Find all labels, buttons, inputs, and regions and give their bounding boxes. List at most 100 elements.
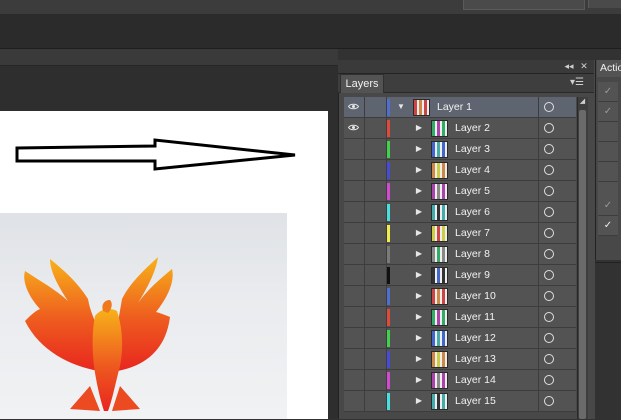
target-circle-icon[interactable] xyxy=(544,207,554,217)
layer-name[interactable]: Layer 4 xyxy=(455,164,490,176)
visibility-toggle[interactable] xyxy=(344,328,365,349)
lock-toggle[interactable] xyxy=(364,223,387,244)
layer-name[interactable]: Layer 1 xyxy=(437,101,472,113)
layer-row[interactable]: ▼ Layer 1 xyxy=(344,97,576,118)
layer-row[interactable]: ▶ Layer 3 xyxy=(344,139,576,160)
layer-row[interactable]: ▶ Layer 6 xyxy=(344,202,576,223)
chevron-right-icon[interactable]: ▶ xyxy=(414,123,424,133)
action-toggle[interactable]: ✓ xyxy=(598,82,618,102)
action-toggle[interactable] xyxy=(598,162,618,182)
chevron-right-icon[interactable]: ▶ xyxy=(414,396,424,406)
lock-toggle[interactable] xyxy=(364,139,387,160)
layer-row[interactable]: ▶ Layer 8 xyxy=(344,244,576,265)
visibility-toggle[interactable] xyxy=(344,97,365,118)
visibility-toggle[interactable] xyxy=(344,349,365,370)
chevron-right-icon[interactable]: ▶ xyxy=(414,354,424,364)
lock-toggle[interactable] xyxy=(364,370,387,391)
layer-name[interactable]: Layer 14 xyxy=(455,374,496,386)
layer-name[interactable]: Layer 12 xyxy=(455,332,496,344)
chevron-right-icon[interactable]: ▶ xyxy=(414,228,424,238)
chevron-right-icon[interactable]: ▶ xyxy=(414,186,424,196)
artwork[interactable] xyxy=(0,111,328,419)
chevron-right-icon[interactable]: ▶ xyxy=(414,165,424,175)
lock-toggle[interactable] xyxy=(364,307,387,328)
layer-name[interactable]: Layer 7 xyxy=(455,227,490,239)
layer-name[interactable]: Layer 10 xyxy=(455,290,496,302)
scroll-up-arrow[interactable]: ◢ xyxy=(578,97,587,107)
layer-row[interactable]: ▶ Layer 13 xyxy=(344,349,576,370)
visibility-toggle[interactable] xyxy=(344,118,365,139)
layer-name[interactable]: Layer 8 xyxy=(455,248,490,260)
target-circle-icon[interactable] xyxy=(544,186,554,196)
chevron-right-icon[interactable]: ▶ xyxy=(414,207,424,217)
visibility-toggle[interactable] xyxy=(344,244,365,265)
lock-toggle[interactable] xyxy=(364,202,387,223)
chevron-right-icon[interactable]: ▶ xyxy=(414,333,424,343)
action-toggle[interactable] xyxy=(598,142,618,162)
layer-row[interactable]: ▶ Layer 9 xyxy=(344,265,576,286)
lock-toggle[interactable] xyxy=(364,97,387,118)
action-toggle[interactable] xyxy=(598,122,618,142)
lock-toggle[interactable] xyxy=(364,328,387,349)
visibility-toggle[interactable] xyxy=(344,391,365,412)
target-circle-icon[interactable] xyxy=(544,375,554,385)
visibility-toggle[interactable] xyxy=(344,307,365,328)
target-circle-icon[interactable] xyxy=(544,270,554,280)
visibility-toggle[interactable] xyxy=(344,286,365,307)
layer-name[interactable]: Layer 11 xyxy=(455,311,495,323)
chevron-right-icon[interactable]: ▶ xyxy=(414,144,424,154)
target-circle-icon[interactable] xyxy=(544,354,554,364)
visibility-toggle[interactable] xyxy=(344,160,365,181)
layer-name[interactable]: Layer 2 xyxy=(455,122,490,134)
layer-row[interactable]: ▶ Layer 4 xyxy=(344,160,576,181)
visibility-toggle[interactable] xyxy=(344,223,365,244)
layer-row[interactable]: ▶ Layer 10 xyxy=(344,286,576,307)
layer-row[interactable]: ▶ Layer 5 xyxy=(344,181,576,202)
layer-row[interactable]: ▶ Layer 14 xyxy=(344,370,576,391)
action-toggle[interactable]: ✓ xyxy=(598,102,618,122)
layer-row[interactable]: ▶ Layer 12 xyxy=(344,328,576,349)
visibility-toggle[interactable] xyxy=(344,370,365,391)
target-circle-icon[interactable] xyxy=(544,312,554,322)
visibility-toggle[interactable] xyxy=(344,139,365,160)
tab-layers[interactable]: Layers xyxy=(340,74,384,93)
lock-toggle[interactable] xyxy=(364,265,387,286)
target-circle-icon[interactable] xyxy=(544,228,554,238)
layer-row[interactable]: ▶ Layer 2 xyxy=(344,118,576,139)
chevron-right-icon[interactable]: ▶ xyxy=(414,291,424,301)
tab-actions[interactable]: Actio xyxy=(597,60,621,77)
lock-toggle[interactable] xyxy=(364,118,387,139)
target-circle-icon[interactable] xyxy=(544,102,554,112)
target-circle-icon[interactable] xyxy=(544,333,554,343)
chevron-right-icon[interactable]: ▶ xyxy=(414,249,424,259)
panel-menu-button[interactable]: ▾☰ xyxy=(570,77,590,89)
window-close-button[interactable] xyxy=(588,0,621,8)
chevron-down-icon[interactable]: ▼ xyxy=(396,102,406,112)
workspace-switcher[interactable] xyxy=(463,0,585,10)
lock-toggle[interactable] xyxy=(364,286,387,307)
visibility-toggle[interactable] xyxy=(344,181,365,202)
layer-name[interactable]: Layer 5 xyxy=(455,185,490,197)
target-circle-icon[interactable] xyxy=(544,396,554,406)
visibility-toggle[interactable] xyxy=(344,265,365,286)
chevron-right-icon[interactable]: ▶ xyxy=(414,270,424,280)
chevron-right-icon[interactable]: ▶ xyxy=(414,375,424,385)
close-panel-button[interactable]: ✕ xyxy=(578,61,590,72)
layer-name[interactable]: Layer 6 xyxy=(455,206,490,218)
target-circle-icon[interactable] xyxy=(544,291,554,301)
lock-toggle[interactable] xyxy=(364,244,387,265)
lock-toggle[interactable] xyxy=(364,349,387,370)
lock-toggle[interactable] xyxy=(364,391,387,412)
action-toggle[interactable]: ✓ xyxy=(598,196,618,216)
lock-toggle[interactable] xyxy=(364,160,387,181)
chevron-right-icon[interactable]: ▶ xyxy=(414,312,424,322)
layer-name[interactable]: Layer 3 xyxy=(455,143,490,155)
target-circle-icon[interactable] xyxy=(544,144,554,154)
layer-row[interactable]: ▶ Layer 7 xyxy=(344,223,576,244)
action-toggle[interactable]: ✓ xyxy=(598,216,618,236)
layer-row[interactable]: ▶ Layer 15 xyxy=(344,391,576,412)
target-circle-icon[interactable] xyxy=(544,249,554,259)
layer-name[interactable]: Layer 9 xyxy=(455,269,490,281)
layer-name[interactable]: Layer 15 xyxy=(455,395,496,407)
target-circle-icon[interactable] xyxy=(544,165,554,175)
